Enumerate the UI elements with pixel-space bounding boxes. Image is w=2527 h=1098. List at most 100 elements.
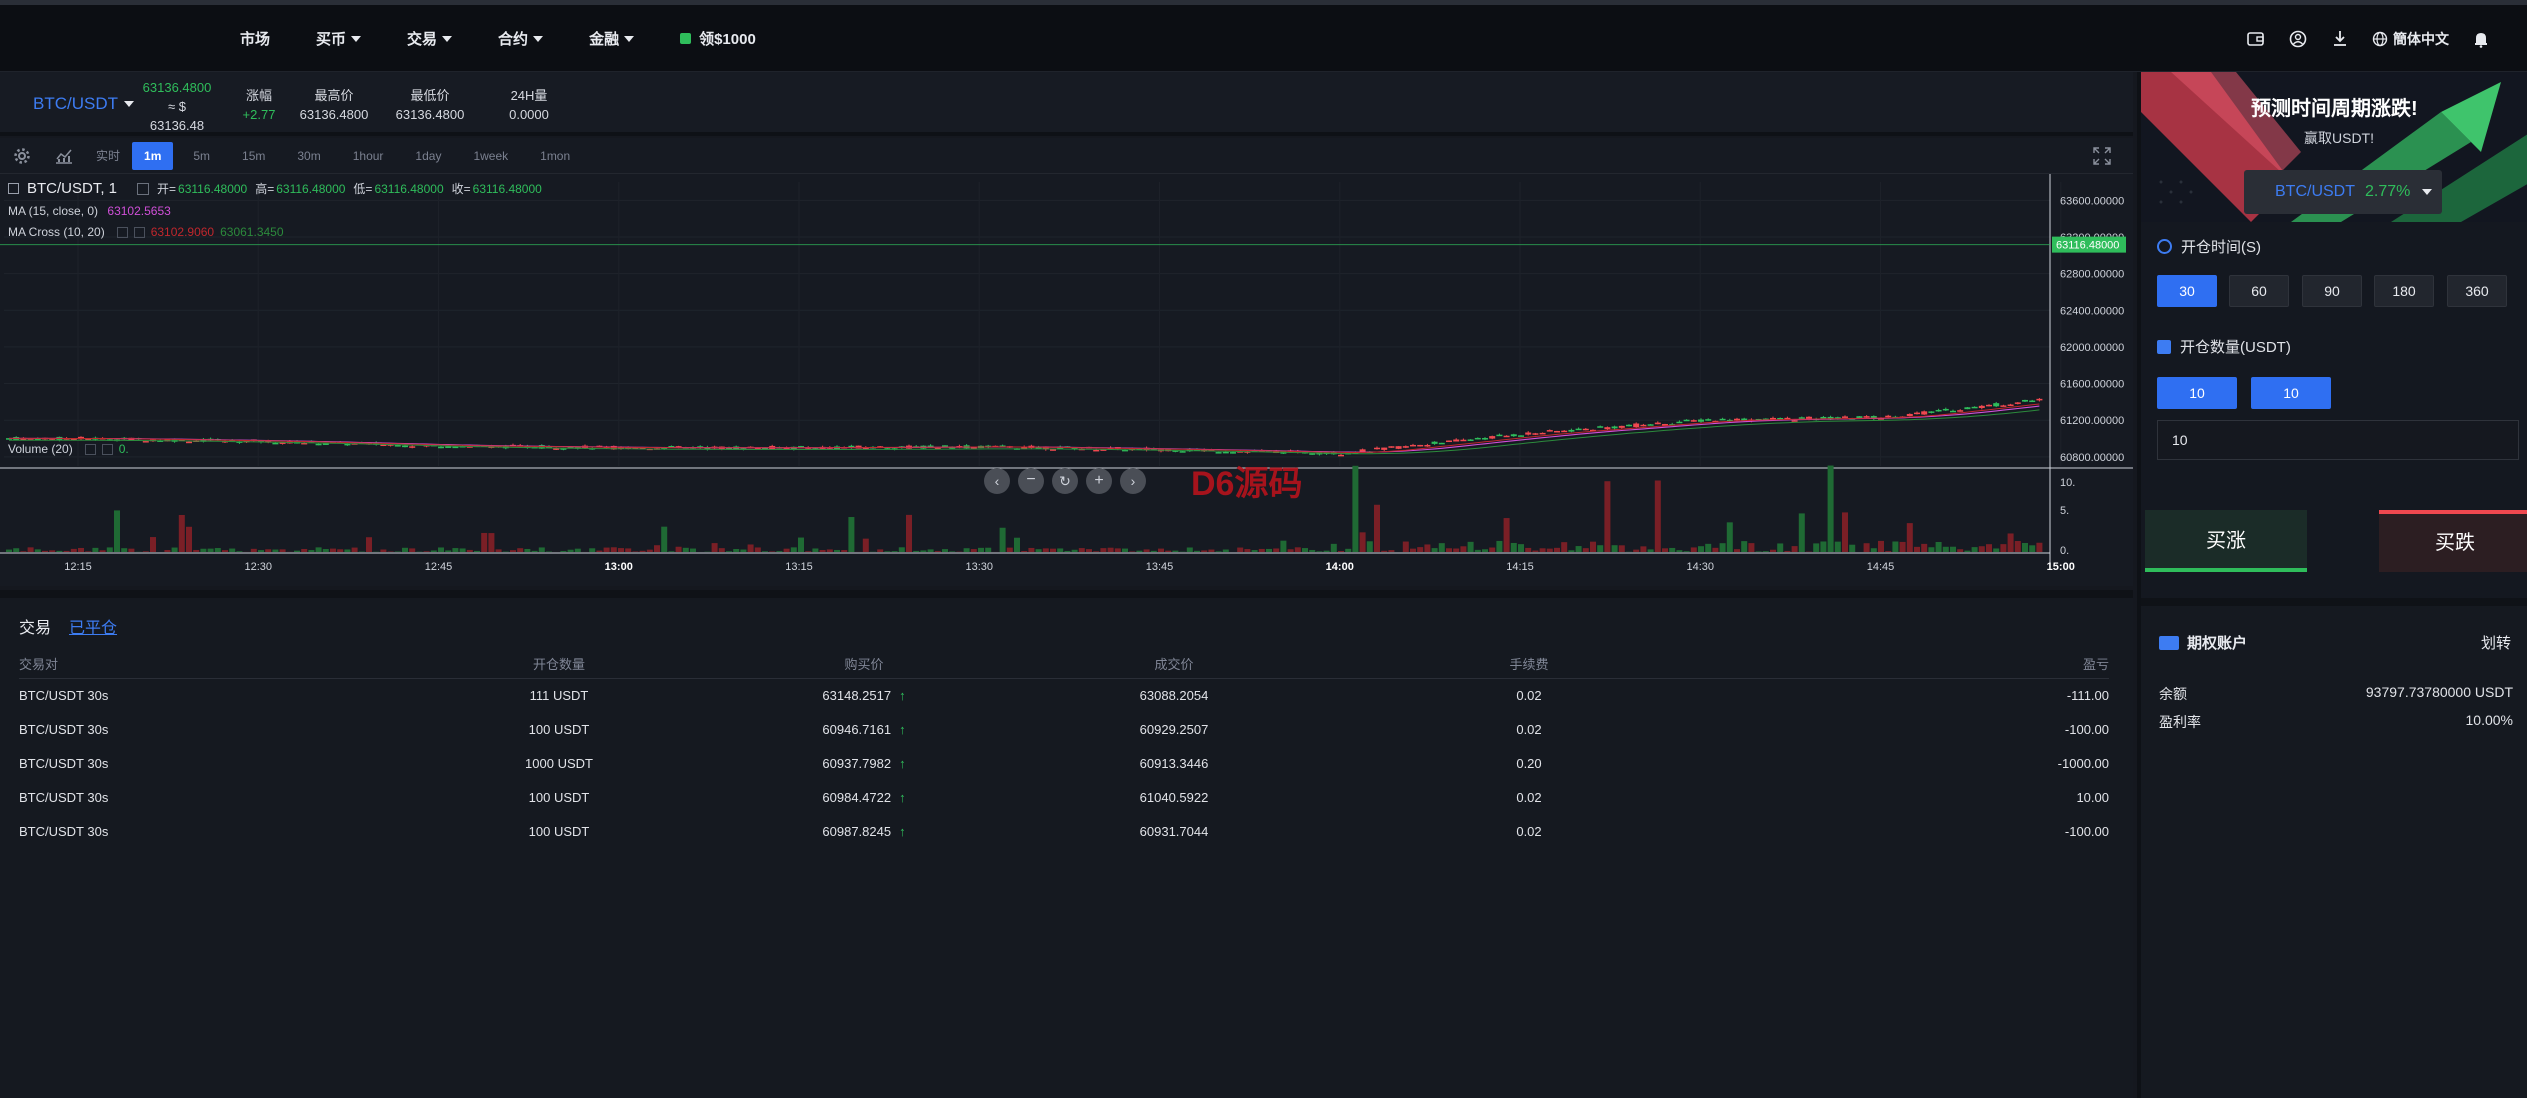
volume-bar: [1309, 549, 1316, 552]
zoom-in-icon[interactable]: +: [1086, 468, 1112, 494]
close-icon[interactable]: [101, 443, 113, 455]
tab-closed[interactable]: 已平仓: [69, 614, 117, 638]
interval-realtime[interactable]: 实时: [84, 142, 132, 170]
candle: [1489, 436, 1496, 439]
symbol-selector[interactable]: BTC/USDT 2.77%: [2244, 170, 2442, 214]
volume-bar: [1834, 541, 1841, 552]
volume-bar: [402, 547, 408, 552]
candle: [1460, 439, 1467, 442]
interval-5m[interactable]: 5m: [181, 142, 222, 170]
wallet-icon[interactable]: [2246, 29, 2266, 49]
price-chart[interactable]: 63600.0000063200.0000062800.0000062400.0…: [0, 174, 2133, 586]
indicator-icon[interactable]: [44, 138, 84, 174]
candle: [1222, 451, 1229, 454]
candle: [1525, 432, 1532, 435]
nav-item-market[interactable]: 市场: [240, 28, 270, 49]
reset-icon[interactable]: ↻: [1052, 468, 1078, 494]
volume-bar: [517, 548, 524, 552]
interval-30m[interactable]: 30m: [285, 142, 332, 170]
arrow-up-icon: ↑: [899, 721, 906, 737]
qty-input[interactable]: [2157, 420, 2519, 460]
qty-option-1[interactable]: 10: [2157, 377, 2237, 409]
candle: [2029, 400, 2036, 403]
nav-item-promo[interactable]: 领$1000: [680, 28, 756, 49]
volume-bar: [589, 548, 596, 552]
candle: [1431, 441, 1438, 444]
candle: [315, 443, 322, 446]
user-icon[interactable]: [2288, 29, 2308, 49]
candle: [1957, 410, 1964, 412]
time-option-60[interactable]: 60: [2229, 275, 2289, 307]
stat-low: 最低价 63136.4800: [395, 88, 465, 122]
volume-bar: [740, 549, 747, 552]
settings-small-icon[interactable]: [137, 182, 150, 195]
time-option-180[interactable]: 180: [2374, 275, 2434, 307]
volume-bar: [1237, 547, 1244, 552]
bell-icon[interactable]: [2471, 29, 2491, 49]
nav-item-buy-coin[interactable]: 买币: [316, 28, 362, 49]
scroll-right-icon[interactable]: ›: [1120, 468, 1146, 494]
scroll-left-icon[interactable]: ‹: [984, 468, 1010, 494]
volume-bar: [106, 547, 113, 552]
buy-up-button[interactable]: 买涨: [2145, 510, 2307, 572]
settings-small-icon[interactable]: [84, 443, 96, 455]
volume-bar: [632, 551, 639, 552]
pair-selector[interactable]: BTC/USDT: [33, 94, 134, 114]
volume-bar: [920, 550, 927, 552]
qty-option-2[interactable]: 10: [2251, 377, 2331, 409]
volume-bar: [2000, 544, 2007, 552]
volume-bar: [1921, 543, 1928, 552]
volume-bar: [2014, 541, 2021, 552]
volume-bar: [1352, 465, 1359, 552]
nav-item-finance[interactable]: 金融: [589, 28, 635, 49]
settings-small-icon[interactable]: [116, 226, 128, 238]
volume-bar: [214, 548, 221, 552]
language-selector[interactable]: 簡体中文: [2372, 29, 2449, 49]
buy-down-button[interactable]: 买跌: [2379, 510, 2527, 572]
volume-bar: [27, 547, 34, 552]
transfer-link[interactable]: 划转: [2481, 632, 2511, 653]
volume-bar: [1532, 550, 1539, 552]
interval-1day[interactable]: 1day: [403, 142, 453, 170]
download-icon[interactable]: [2330, 29, 2350, 49]
candle: [1410, 444, 1416, 447]
time-option-30[interactable]: 30: [2157, 275, 2217, 307]
volume-bar: [1374, 504, 1380, 552]
collapse-icon[interactable]: [8, 183, 19, 194]
volume-bar: [1424, 544, 1431, 552]
candle: [1604, 427, 1611, 430]
y-tick-label: 61200.00000: [2060, 415, 2124, 427]
volume-bar: [1460, 546, 1467, 552]
chart-panel: 实时 1m 5m 15m 30m 1hour 1day 1week 1mon 6…: [0, 138, 2133, 586]
gear-icon[interactable]: [0, 138, 44, 174]
volume-bar: [567, 549, 574, 552]
volume-bar: [538, 547, 545, 552]
nav-item-trade[interactable]: 交易: [407, 28, 453, 49]
ma-line: [9, 405, 2040, 453]
time-option-90[interactable]: 90: [2302, 275, 2362, 307]
fullscreen-icon[interactable]: [2093, 147, 2111, 170]
interval-1week[interactable]: 1week: [461, 142, 520, 170]
interval-15m[interactable]: 15m: [230, 142, 277, 170]
zoom-out-icon[interactable]: −: [1018, 468, 1044, 494]
volume-bar: [1755, 551, 1762, 552]
interval-1hour[interactable]: 1hour: [341, 142, 396, 170]
interval-1mon[interactable]: 1mon: [528, 142, 582, 170]
ma-legend: MA (15, close, 0) 63102.5653: [8, 204, 171, 218]
time-option-360[interactable]: 360: [2447, 275, 2507, 307]
volume-bar: [1302, 548, 1308, 552]
volume-bar: [1611, 545, 1618, 552]
volume-bar: [560, 551, 567, 552]
volume-bar: [1482, 549, 1488, 552]
x-tick-label: 13:45: [1146, 561, 1174, 573]
close-icon[interactable]: [133, 226, 145, 238]
tab-trade[interactable]: 交易: [19, 614, 51, 638]
volume-bar: [42, 550, 48, 552]
y-tick-label: 62400.00000: [2060, 305, 2124, 317]
interval-1m[interactable]: 1m: [132, 141, 174, 170]
volume-bar: [1539, 548, 1546, 552]
volume-bar: [121, 548, 128, 552]
volume-legend: Volume (20) 0.: [8, 442, 129, 456]
volume-bar: [747, 544, 754, 552]
nav-item-contract[interactable]: 合约: [498, 28, 544, 49]
